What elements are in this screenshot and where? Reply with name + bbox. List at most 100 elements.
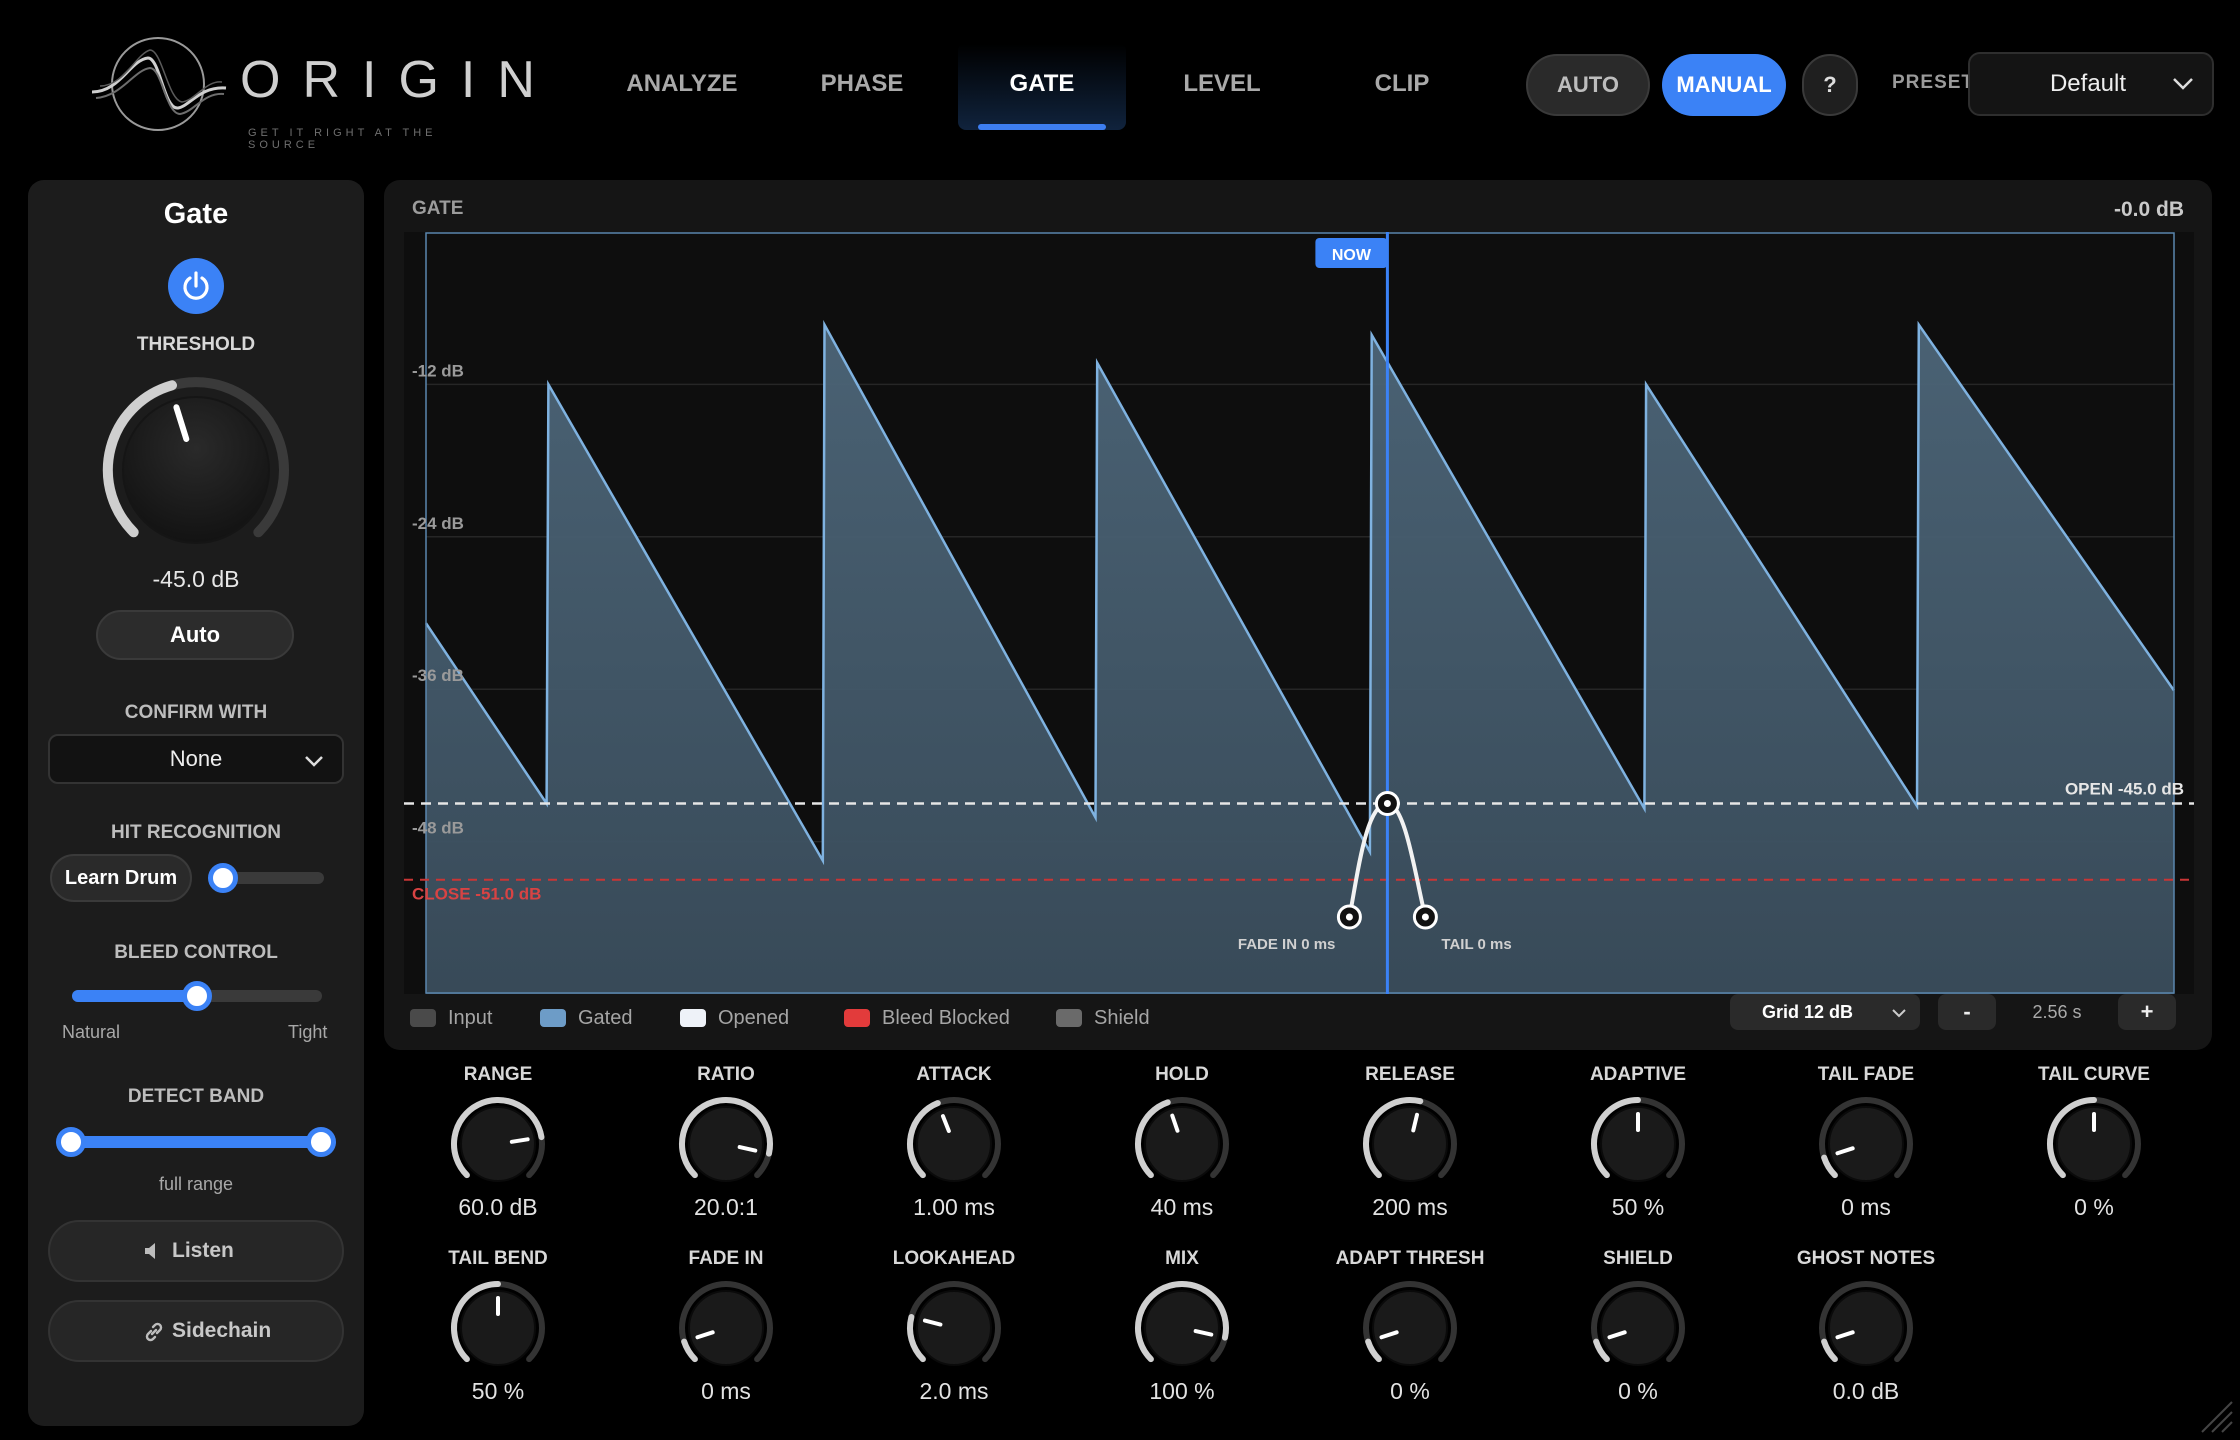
- legend-swatch: [540, 1009, 566, 1027]
- adaptive-label: ADAPTIVE: [1589, 1064, 1687, 1085]
- hit-recognition-thumb[interactable]: [208, 863, 238, 893]
- tail-curve-control: TAIL CURVE 0 %: [1980, 1064, 2208, 1244]
- legend-label: Input: [448, 1007, 493, 1029]
- tab-level[interactable]: LEVEL: [1138, 44, 1306, 130]
- tab-analyze[interactable]: ANALYZE: [598, 44, 766, 130]
- threshold-auto-button[interactable]: Auto: [96, 610, 294, 660]
- resize-grip-icon[interactable]: [2194, 1394, 2234, 1434]
- knob-body: [1828, 1290, 1904, 1366]
- tab-clip[interactable]: CLIP: [1318, 44, 1486, 130]
- bleed-control-fill: [72, 990, 197, 1002]
- peak-readout: -0.0 dB: [2113, 198, 2184, 221]
- ratio-knob[interactable]: [676, 1094, 776, 1194]
- knob-body: [1144, 1106, 1220, 1182]
- shield-knob[interactable]: [1588, 1278, 1688, 1378]
- gate-power-button[interactable]: [168, 258, 224, 314]
- legend-label: Shield: [1094, 1007, 1150, 1029]
- gate-plot[interactable]: NOW -12 dB -24 dB -36 dB -48 dB OPEN -45.0 …: [404, 232, 2194, 994]
- attack-value: 1.00 ms: [913, 1194, 995, 1220]
- close-threshold-label: CLOSE -51.0 dB: [412, 885, 541, 904]
- fade-in-knob[interactable]: [676, 1278, 776, 1378]
- db-tick-label: -36 dB: [412, 666, 464, 685]
- attack-knob[interactable]: [904, 1094, 1004, 1194]
- knob-body: [460, 1106, 536, 1182]
- legend-label: Gated: [578, 1007, 633, 1029]
- db-tick-label: -24 dB: [412, 514, 464, 533]
- tab-phase[interactable]: PHASE: [778, 44, 946, 130]
- manual-mode-button[interactable]: MANUAL: [1662, 54, 1786, 116]
- learn-drum-button[interactable]: Learn Drum: [50, 854, 192, 902]
- tail-fade-label: TAIL FADE: [1817, 1064, 1915, 1085]
- zoom-in-button[interactable]: +: [2118, 994, 2176, 1030]
- adapt-thresh-knob[interactable]: [1360, 1278, 1460, 1378]
- adapt-thresh-label: ADAPT THRESH: [1335, 1248, 1485, 1269]
- ghost-notes-knob[interactable]: [1816, 1278, 1916, 1378]
- legend-swatch: [410, 1009, 436, 1027]
- shield-value: 0 %: [1618, 1378, 1658, 1404]
- tail-fade-knob[interactable]: [1816, 1094, 1916, 1194]
- ghost-notes-control: GHOST NOTES 0.0 dB: [1752, 1248, 1980, 1428]
- power-icon: [183, 271, 209, 300]
- hold-knob[interactable]: [1132, 1094, 1232, 1194]
- release-knob[interactable]: [1360, 1094, 1460, 1194]
- ghost-notes-value: 0.0 dB: [1832, 1378, 1900, 1404]
- detect-band-low-thumb[interactable]: [56, 1127, 86, 1157]
- range-label: RANGE: [463, 1064, 533, 1085]
- tail-bend-knob[interactable]: [448, 1278, 548, 1378]
- mix-label: MIX: [1165, 1248, 1199, 1269]
- mix-knob[interactable]: [1132, 1278, 1232, 1378]
- open-point-handle[interactable]: [1374, 791, 1400, 816]
- lookahead-knob[interactable]: [904, 1278, 1004, 1378]
- confirm-with-label: CONFIRM WITH: [124, 702, 268, 723]
- tab-gate[interactable]: GATE: [958, 44, 1126, 130]
- mix-control: MIX 100 %: [1068, 1248, 1296, 1428]
- attack-label: ATTACK: [916, 1064, 992, 1085]
- release-label: RELEASE: [1365, 1064, 1455, 1085]
- confirm-with-dropdown[interactable]: None: [48, 734, 344, 784]
- grid-size-value: Grid 12 dB: [1762, 1002, 1854, 1022]
- legend-swatch: [680, 1009, 706, 1027]
- tail-bend-label: TAIL BEND: [448, 1248, 548, 1269]
- knob-body: [916, 1290, 992, 1366]
- knob-body: [688, 1106, 764, 1182]
- bleed-control-label: BLEED CONTROL: [114, 942, 278, 963]
- sidechain-button[interactable]: Sidechain: [48, 1300, 344, 1362]
- threshold-knob[interactable]: [98, 372, 294, 568]
- grid-size-dropdown[interactable]: Grid 12 dB: [1730, 994, 1920, 1030]
- legend-swatch: [1056, 1009, 1082, 1027]
- fade-in-handle[interactable]: [1336, 904, 1362, 930]
- legend-swatch: [844, 1009, 870, 1027]
- legend-label: Bleed Blocked: [882, 1007, 1010, 1029]
- adapt-thresh-control: ADAPT THRESH 0 %: [1296, 1248, 1524, 1428]
- detect-band-high-thumb[interactable]: [306, 1127, 336, 1157]
- range-control: RANGE 60.0 dB: [384, 1064, 612, 1244]
- graph-title: GATE: [412, 198, 464, 219]
- hold-label: HOLD: [1155, 1064, 1209, 1085]
- tail-fade-value: 0 ms: [1841, 1194, 1891, 1220]
- ratio-value: 20.0:1: [694, 1194, 758, 1220]
- chevron-down-icon: [305, 756, 323, 767]
- bleed-control-thumb[interactable]: [182, 981, 212, 1011]
- auto-mode-button[interactable]: AUTO: [1526, 54, 1650, 116]
- tail-handle[interactable]: [1412, 904, 1438, 930]
- knob-body: [688, 1290, 764, 1366]
- range-knob[interactable]: [448, 1094, 548, 1194]
- tail-bend-control: TAIL BEND 50 %: [384, 1248, 612, 1428]
- detect-band-slider[interactable]: [72, 1136, 322, 1148]
- hit-recognition-slider[interactable]: [224, 872, 324, 884]
- tail-bend-value: 50 %: [471, 1378, 525, 1404]
- now-label: NOW: [1332, 247, 1372, 264]
- listen-button[interactable]: Listen: [48, 1220, 344, 1282]
- listen-label: Listen: [172, 1239, 234, 1262]
- fade-in-value: 0 ms: [701, 1378, 751, 1404]
- help-button[interactable]: ?: [1802, 54, 1858, 116]
- zoom-out-button[interactable]: -: [1938, 994, 1996, 1030]
- tail-label: TAIL 0 ms: [1441, 936, 1511, 953]
- adaptive-knob[interactable]: [1588, 1094, 1688, 1194]
- open-point-handle-dot: [1383, 800, 1391, 807]
- fade-in-label: FADE IN 0 ms: [1238, 936, 1336, 953]
- tail-curve-knob[interactable]: [2044, 1094, 2144, 1194]
- preset-dropdown[interactable]: Default: [1968, 52, 2214, 116]
- bleed-tight-label: Tight: [288, 1022, 328, 1042]
- logo-wave-icon: [91, 37, 227, 131]
